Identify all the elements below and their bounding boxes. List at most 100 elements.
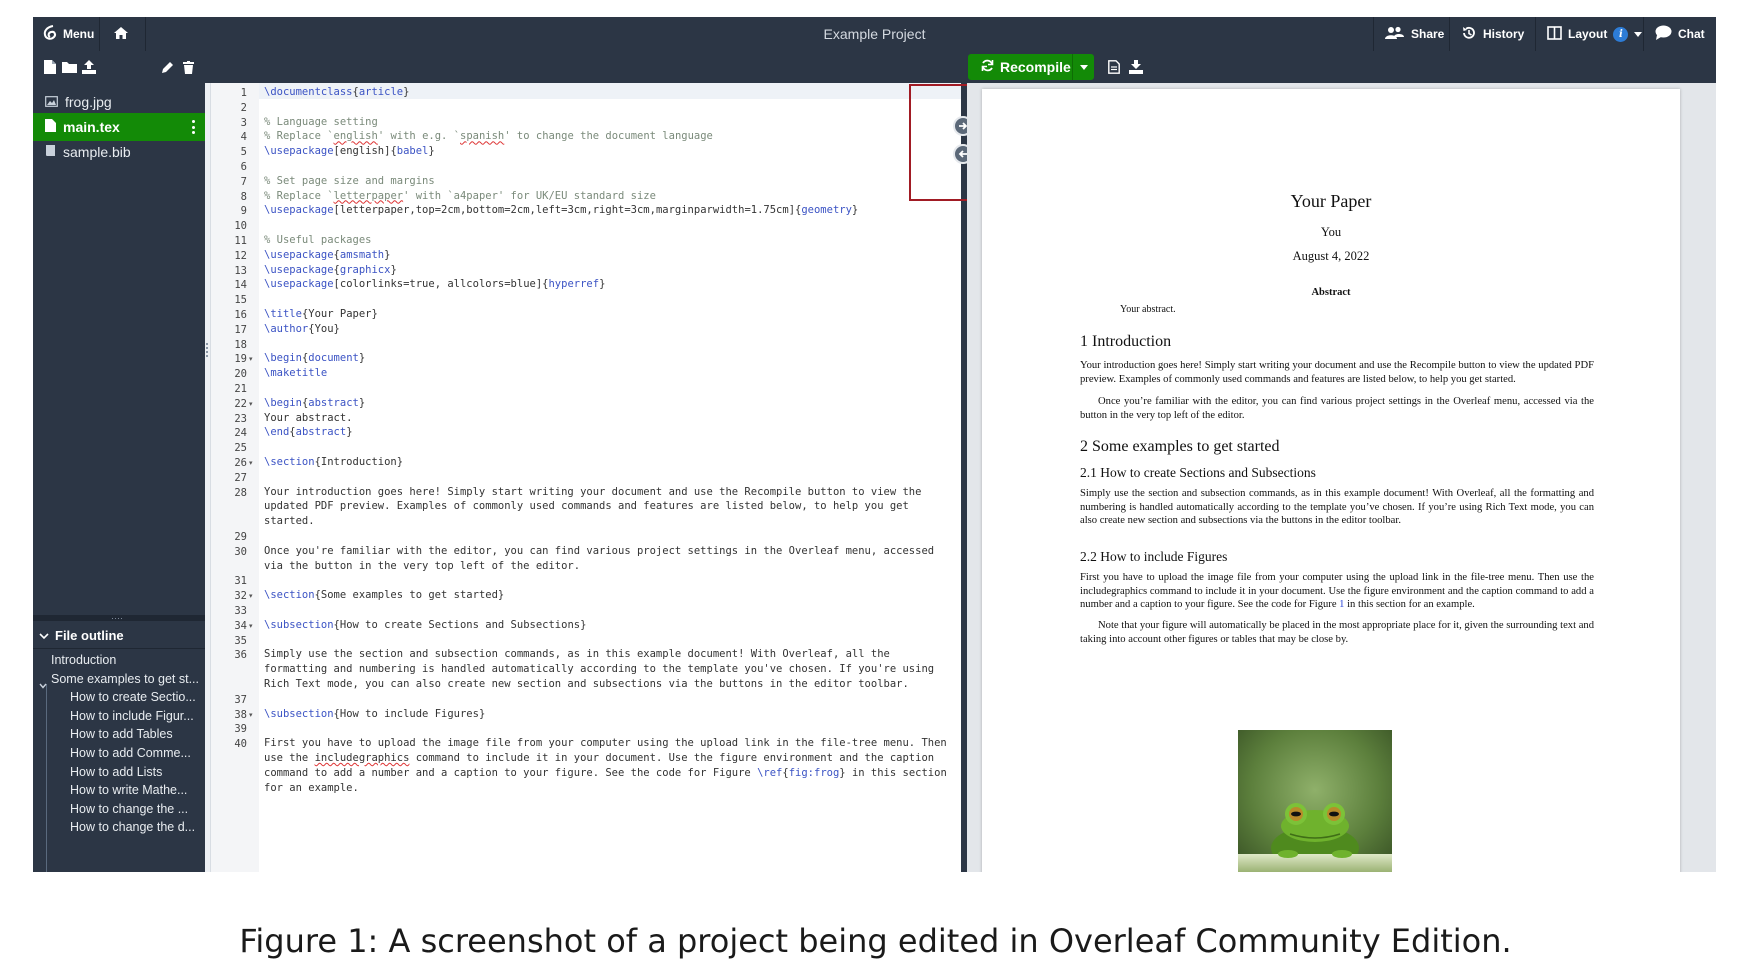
line-number: 12 — [234, 249, 247, 262]
code-line[interactable]: \maketitle — [264, 366, 954, 381]
line-number: 28 — [234, 486, 247, 499]
recompile-button[interactable]: Recompile — [968, 54, 1094, 80]
code-line[interactable]: \subsection{How to create Sections and S… — [264, 618, 954, 633]
code-line[interactable]: \author{You} — [264, 322, 954, 337]
file-item-label: frog.jpg — [65, 94, 112, 110]
code-line[interactable]: \title{Your Paper} — [264, 307, 954, 322]
code-line[interactable]: \begin{abstract} — [264, 396, 954, 411]
code-line[interactable]: \end{abstract} — [264, 425, 954, 440]
recompile-options-button[interactable] — [1072, 54, 1094, 80]
code-line[interactable]: % Language setting — [264, 115, 954, 130]
line-number: 31 — [234, 575, 247, 588]
outline-tree-line — [46, 684, 47, 872]
fold-toggle-icon[interactable]: ▾ — [249, 711, 253, 719]
line-number: 40 — [234, 738, 247, 751]
file-tree-sidebar: frog.jpg main.tex sample.bib ···· File out… — [33, 83, 205, 872]
code-line[interactable]: \usepackage{amsmath} — [264, 248, 954, 263]
code-line[interactable]: \begin{document} — [264, 351, 954, 366]
line-number: 29 — [234, 531, 247, 543]
code-line[interactable]: \section{Some examples to get started} — [264, 588, 954, 603]
share-button[interactable]: Share — [1385, 17, 1444, 51]
code-line[interactable]: % Set page size and margins — [264, 174, 954, 189]
layout-button[interactable]: Layout i — [1547, 17, 1643, 51]
pdf-viewer[interactable]: Your Paper You August 4, 2022 Abstract Y… — [967, 83, 1716, 872]
line-number: 15 — [234, 294, 247, 307]
code-line[interactable]: % Useful packages — [264, 233, 954, 248]
line-number: 33 — [234, 605, 247, 617]
line-number: 13 — [234, 264, 247, 277]
line-number: 35 — [234, 634, 247, 647]
rename-pencil-icon[interactable] — [159, 58, 177, 76]
pdf-subsection-2-2-heading: 2.2 How to include Figures — [1080, 549, 1228, 564]
file-outline-title: File outline — [55, 628, 124, 643]
menu-label: Menu — [63, 27, 95, 41]
file-options-icon[interactable] — [192, 120, 196, 134]
menu-button[interactable]: Menu — [43, 17, 94, 51]
pdf-subsection-2-2-para-1: First you have to upload the image file … — [1080, 572, 1594, 610]
pdf-abstract-heading: Abstract — [1311, 287, 1351, 298]
new-folder-icon[interactable] — [60, 58, 78, 76]
code-line[interactable]: \usepackage[english]{babel} — [264, 144, 954, 159]
new-file-icon[interactable] — [41, 58, 59, 76]
outline-resize-handle[interactable]: ···· — [33, 614, 205, 623]
outline-item[interactable]: How to change the d... — [70, 817, 200, 838]
code-line[interactable]: % Replace `english' with e.g. `spanish' … — [264, 129, 954, 144]
line-number: 10 — [234, 220, 247, 233]
figure-caption: Figure 1: A screenshot of a project bein… — [239, 922, 1512, 960]
file-item-frog-jpg[interactable]: frog.jpg — [33, 88, 205, 116]
file-item-sample-bib[interactable]: sample.bib — [33, 138, 205, 166]
users-icon — [1385, 26, 1405, 43]
chat-icon — [1655, 25, 1672, 43]
line-number: 37 — [234, 693, 247, 706]
code-line[interactable]: Your introduction goes here! Simply star… — [264, 485, 954, 529]
caret-down-icon — [1634, 27, 1643, 41]
home-button[interactable] — [113, 17, 129, 51]
line-number: 26 — [234, 457, 247, 469]
line-number-gutter: 1 2 3 4 5 6 7 8 9 10 11 12 13 14 15 16 17 18 19 ▾ 20 21 22 ▾ 23 2… — [211, 83, 259, 872]
code-line[interactable]: Simply use the section and subsection co… — [264, 647, 954, 691]
file-outline-header[interactable]: File outline — [33, 623, 205, 649]
trash-icon[interactable] — [179, 58, 197, 76]
fold-toggle-icon[interactable]: ▾ — [249, 459, 253, 467]
line-number: 34 — [234, 619, 247, 632]
chevron-down-icon[interactable] — [39, 676, 47, 694]
file-item-main-tex[interactable]: main.tex — [33, 113, 205, 141]
layout-label: Layout — [1568, 27, 1608, 41]
code-editor[interactable]: 1 2 3 4 5 6 7 8 9 10 11 12 13 14 15 16 17 18 19 ▾ 20 21 22 ▾ 23 2… — [211, 83, 961, 872]
fold-toggle-icon[interactable]: ▾ — [249, 592, 253, 600]
view-logs-icon[interactable] — [1105, 58, 1123, 76]
history-button[interactable]: History — [1461, 17, 1524, 51]
pdf-title: Your Paper — [1290, 191, 1372, 211]
code-line[interactable]: \usepackage[colorlinks=true, allcolors=b… — [264, 277, 954, 292]
line-number: 14 — [234, 279, 247, 292]
download-pdf-icon[interactable] — [1127, 58, 1145, 76]
code-line[interactable]: \subsection{How to include Figures} — [264, 707, 954, 722]
fold-toggle-icon[interactable]: ▾ — [249, 622, 253, 630]
code-line[interactable]: \section{Introduction} — [264, 455, 954, 470]
refresh-icon — [981, 59, 994, 75]
pdf-section-1-para-2: Once you’re familiar with the editor, yo… — [1080, 396, 1594, 421]
pdf-page: Your Paper You August 4, 2022 Abstract Y… — [982, 89, 1680, 872]
line-number: 4 — [240, 131, 247, 144]
fold-toggle-icon[interactable]: ▾ — [249, 400, 253, 408]
line-number: 27 — [234, 471, 247, 484]
pdf-section-1-para-1: Your introduction goes here! Simply star… — [1080, 360, 1594, 385]
line-number: 38 — [234, 708, 247, 721]
toolbar: Recompile — [33, 51, 1716, 83]
upload-icon[interactable] — [80, 58, 98, 76]
code-line[interactable]: Your abstract. — [264, 411, 954, 426]
code-line[interactable]: First you have to upload the image file … — [264, 736, 954, 795]
code-line[interactable]: \usepackage[letterpaper,top=2cm,bottom=2… — [264, 203, 954, 218]
code-line[interactable]: Once you're familiar with the editor, yo… — [264, 544, 954, 574]
line-number: 36 — [234, 649, 247, 662]
chat-button[interactable]: Chat — [1655, 17, 1705, 51]
code-line[interactable]: \documentclass{article} — [264, 85, 954, 100]
chat-label: Chat — [1678, 27, 1705, 41]
book-file-icon — [45, 144, 56, 160]
overleaf-logo-icon — [43, 24, 57, 44]
fold-toggle-icon[interactable]: ▾ — [249, 355, 253, 363]
info-badge: i — [1613, 26, 1629, 42]
code-line[interactable]: \usepackage{graphicx} — [264, 263, 954, 278]
code-line[interactable]: % Replace `letterpaper' with `a4paper' f… — [264, 189, 954, 204]
file-icon — [45, 119, 56, 135]
